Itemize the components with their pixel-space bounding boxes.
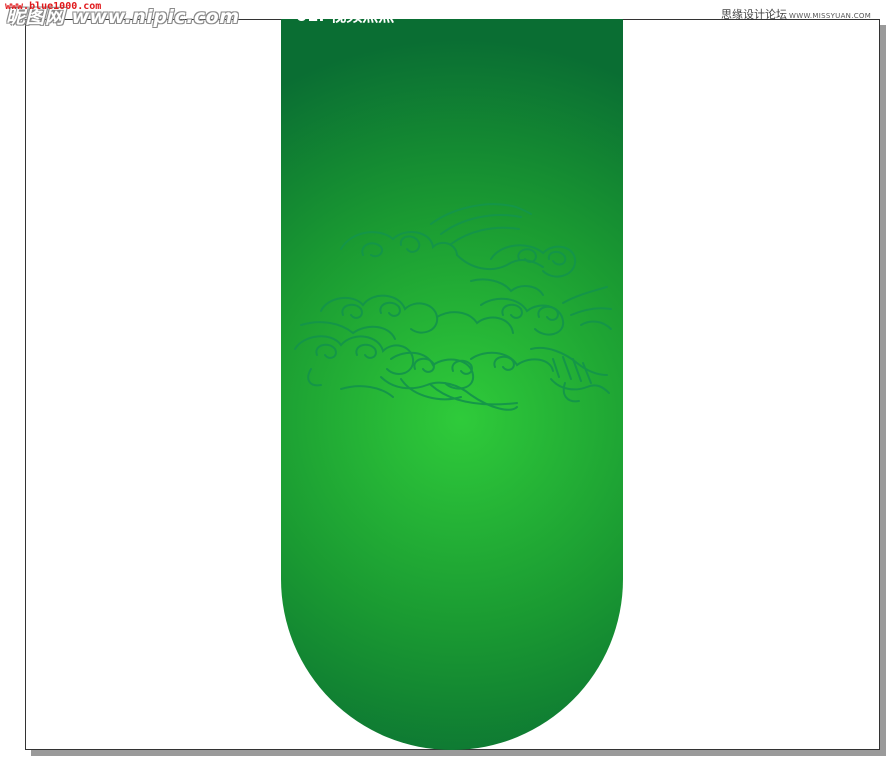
missyuan-watermark-site: WWW.MISSYUAN.COM [789, 12, 872, 20]
green-banner-graphic [281, 19, 623, 750]
step-heading: 01: 视频照照 [296, 6, 395, 25]
green-banner-shape[interactable] [281, 19, 623, 750]
missyuan-watermark: 思缘设计论坛 WWW.MISSYUAN.COM [721, 8, 871, 23]
blue1000-watermark: www.blue1000.com [5, 1, 102, 12]
design-canvas: 01: 视频照照 昵图网 www.nipic.com www.blue1000.… [0, 0, 894, 762]
missyuan-watermark-cn: 思缘设计论坛 [721, 8, 787, 21]
